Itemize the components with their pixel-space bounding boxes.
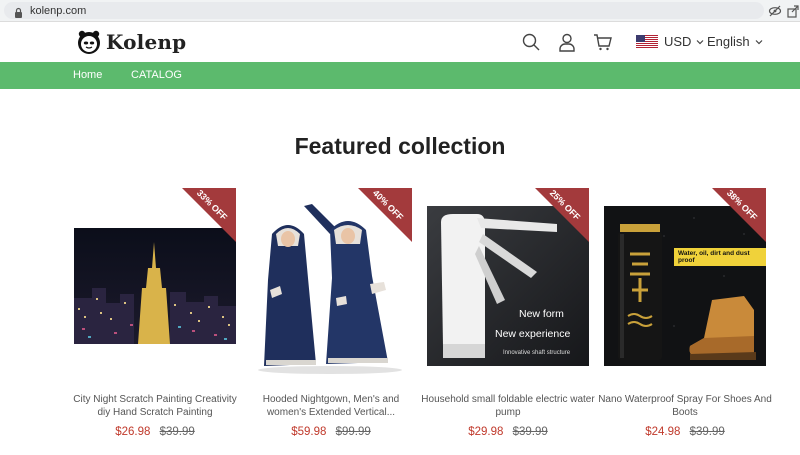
sale-price: $59.98 (291, 426, 327, 438)
sale-price: $29.98 (468, 426, 504, 438)
site-logo[interactable]: Kolenp (76, 28, 186, 56)
discount-badge: 25% OFF (535, 188, 589, 242)
product-name[interactable]: Hooded Nightgown, Men's and women's Exte… (244, 393, 418, 419)
image-overlay-caption: Innovative shaft structure (503, 350, 571, 356)
product-name[interactable]: Household small foldable electric water … (421, 393, 595, 419)
url-text: kolenp.com (30, 5, 87, 17)
sale-price: $24.98 (645, 426, 681, 438)
discount-badge: 38% OFF (712, 188, 766, 242)
original-price: $99.99 (335, 426, 371, 438)
account-icon[interactable] (557, 32, 577, 52)
original-price: $39.99 (159, 426, 195, 438)
nav-home[interactable]: Home (73, 69, 102, 81)
panda-logo-icon (78, 30, 100, 54)
discount-badge: 40% OFF (358, 188, 412, 242)
language-selector[interactable]: English (707, 34, 763, 49)
discount-badge: 33% OFF (182, 188, 236, 242)
product-prices: $26.98 $39.99 (74, 426, 236, 438)
address-bar[interactable]: kolenp.com (4, 2, 764, 19)
product-prices: $29.98 $39.99 (427, 426, 589, 438)
city-night-icon (74, 228, 236, 344)
image-overlay-line2: New experience (495, 328, 571, 340)
us-flag-icon (636, 35, 658, 48)
product-name[interactable]: City Night Scratch Painting Creativity d… (68, 393, 242, 419)
currency-label: USD (664, 34, 692, 49)
section-title: Featured collection (294, 133, 506, 159)
original-price: $39.99 (689, 426, 725, 438)
image-overlay-label: Water, oil, dirt and dust proof (674, 248, 766, 266)
product-card[interactable]: 40% OFF Hooded Nightgown, Men's and wome… (250, 188, 412, 448)
eye-off-icon[interactable] (768, 4, 782, 18)
image-overlay-line1: New form (519, 308, 564, 320)
product-prices: $24.98 $39.99 (604, 426, 766, 438)
nav-catalog[interactable]: CATALOG (131, 69, 182, 81)
product-card[interactable]: Water, oil, dirt and dust proof 38% OFF … (598, 188, 772, 448)
product-card[interactable]: 33% OFF City Night Scratch Painting Crea… (73, 188, 237, 448)
chevron-down-icon (697, 39, 704, 44)
product-name[interactable]: Nano Waterproof Spray For Shoes And Boot… (598, 393, 772, 419)
original-price: $39.99 (512, 426, 548, 438)
chevron-down-icon (755, 39, 763, 44)
browser-url-bar: kolenp.com (0, 0, 800, 22)
product-prices: $59.98 $99.99 (250, 426, 412, 438)
currency-selector[interactable]: USD (636, 34, 704, 49)
sale-price: $26.98 (115, 426, 151, 438)
logo-text: Kolenp (106, 30, 187, 54)
cart-icon[interactable] (593, 32, 613, 52)
site-header: Kolenp USD English (0, 22, 800, 62)
product-card[interactable]: New form New experience Innovative shaft… (421, 188, 595, 448)
search-icon[interactable] (521, 32, 541, 52)
lock-icon (15, 7, 22, 18)
main-nav: Home CATALOG (0, 62, 800, 89)
product-image-city-night[interactable] (74, 228, 236, 344)
language-label: English (707, 34, 750, 49)
share-icon[interactable] (786, 4, 800, 18)
